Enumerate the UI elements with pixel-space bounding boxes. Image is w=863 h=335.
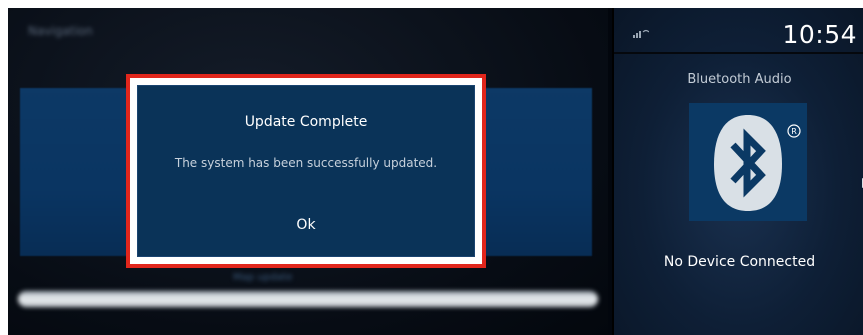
update-progress-bar [18, 291, 598, 307]
connection-status: No Device Connected [663, 254, 816, 270]
audio-source-label: Bluetooth Audio [687, 72, 792, 87]
update-complete-dialog: Update Complete The system has been succ… [137, 85, 475, 257]
registered-mark-icon: R [787, 124, 801, 138]
header-divider [614, 52, 863, 54]
ok-button[interactable]: Ok [266, 210, 346, 240]
dialog-highlight-frame: Update Complete The system has been succ… [126, 74, 486, 268]
clock: 10:54 [782, 20, 857, 49]
side-panel: 10:54 Bluetooth Audio R No Device Connec… [612, 8, 863, 335]
background-app-title: Navigation [28, 24, 93, 38]
bluetooth-tile[interactable]: R [689, 103, 807, 221]
bluetooth-icon [714, 115, 782, 211]
dialog-message: The system has been successfully updated… [174, 156, 438, 170]
svg-text:R: R [791, 127, 797, 136]
background-app-caption: Map update [233, 272, 293, 283]
signal-icon [633, 29, 649, 38]
dialog-title: Update Complete [244, 114, 368, 130]
